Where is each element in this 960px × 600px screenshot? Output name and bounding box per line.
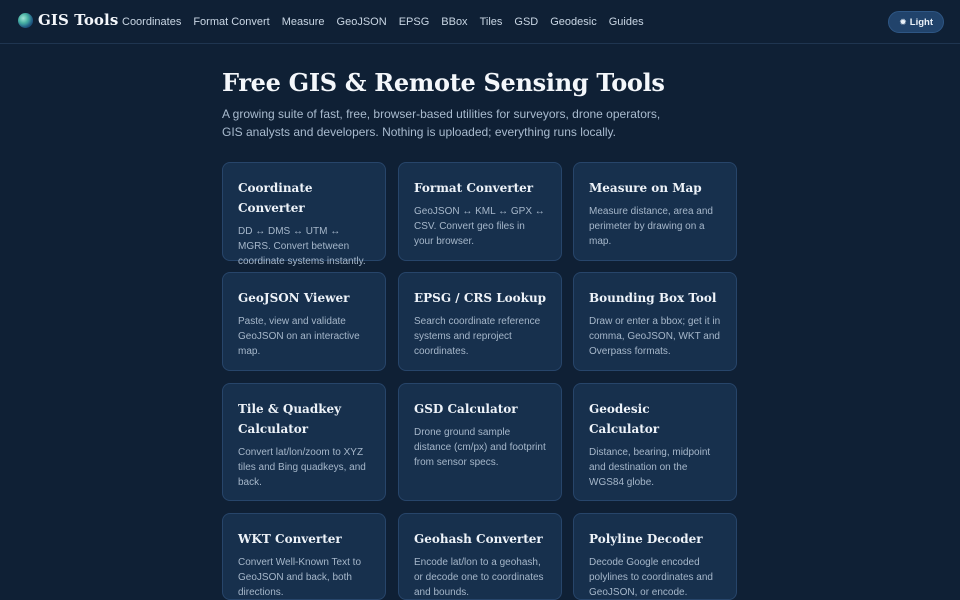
nav-link-guides[interactable]: Guides	[609, 15, 644, 29]
tool-card-wkt-converter[interactable]: WKT Converter Convert Well-Known Text to…	[222, 513, 386, 600]
card-title: Polyline Decoder	[589, 532, 703, 546]
card-title: Bounding Box Tool	[589, 291, 717, 305]
card-title: Geohash Converter	[414, 532, 543, 546]
nav-link-measure[interactable]: Measure	[282, 15, 325, 29]
card-description: GeoJSON ↔ KML ↔ GPX ↔ CSV. Convert geo f…	[414, 206, 545, 247]
nav-link-tiles[interactable]: Tiles	[480, 15, 503, 29]
theme-toggle-button[interactable]: ✹ Light	[888, 11, 944, 33]
nav-link-geojson[interactable]: GeoJSON	[337, 15, 387, 29]
nav-link-epsg[interactable]: EPSG	[399, 15, 430, 29]
card-description: Paste, view and validate GeoJSON on an i…	[238, 316, 360, 357]
card-description: Measure distance, area and perimeter by …	[589, 206, 713, 247]
nav-link-gsd[interactable]: GSD	[514, 15, 538, 29]
card-title: EPSG / CRS Lookup	[414, 291, 547, 305]
nav-link-bbox[interactable]: BBox	[441, 15, 467, 29]
brand-logo-link[interactable]: GIS Tools	[18, 11, 118, 29]
card-description: Draw or enter a bbox; get it in comma, G…	[589, 316, 721, 357]
card-title: Tile & Quadkey Calculator	[238, 402, 342, 436]
tool-card-geohash-converter[interactable]: Geohash Converter Encode lat/lon to a ge…	[398, 513, 562, 600]
top-navigation-bar: GIS Tools Coordinates Format Convert Mea…	[0, 0, 960, 44]
brand-name: GIS Tools	[38, 11, 119, 29]
sun-icon: ✹	[899, 16, 907, 27]
card-title: WKT Converter	[238, 532, 342, 546]
card-description: Convert lat/lon/zoom to XYZ tiles and Bi…	[238, 447, 366, 488]
tool-card-bounding-box-tool[interactable]: Bounding Box Tool Draw or enter a bbox; …	[573, 272, 737, 371]
card-title: GSD Calculator	[414, 402, 518, 416]
card-title: GeoJSON Viewer	[238, 291, 350, 305]
nav-link-format-convert[interactable]: Format Convert	[193, 15, 269, 29]
card-description: Search coordinate reference systems and …	[414, 316, 541, 357]
page-title: Free GIS & Remote Sensing Tools	[222, 68, 665, 97]
card-description: Encode lat/lon to a geohash, or decode o…	[414, 557, 544, 598]
tool-card-coordinate-converter[interactable]: Coordinate Converter DD ↔ DMS ↔ UTM ↔ MG…	[222, 162, 386, 267]
card-description: Decode Google encoded polylines to coord…	[589, 557, 713, 598]
globe-icon	[18, 12, 33, 28]
card-title: Geodesic Calculator	[589, 402, 660, 436]
tool-card-polyline-decoder[interactable]: Polyline Decoder Decode Google encoded p…	[573, 513, 737, 600]
tool-card-epsg-crs-lookup[interactable]: EPSG / CRS Lookup Search coordinate refe…	[398, 272, 562, 371]
tool-card-geodesic-calculator[interactable]: Geodesic Calculator Distance, bearing, m…	[573, 383, 737, 501]
nav-link-coordinates[interactable]: Coordinates	[122, 15, 181, 29]
card-title: Measure on Map	[589, 181, 702, 195]
tool-card-tile-quadkey-calculator[interactable]: Tile & Quadkey Calculator Convert lat/lo…	[222, 383, 386, 501]
card-description: DD ↔ DMS ↔ UTM ↔ MGRS. Convert between c…	[238, 226, 366, 267]
main-nav: Coordinates Format Convert Measure GeoJS…	[122, 15, 656, 29]
card-description: Distance, bearing, midpoint and destinat…	[589, 447, 711, 488]
tool-card-format-converter[interactable]: Format Converter GeoJSON ↔ KML ↔ GPX ↔ C…	[398, 162, 562, 261]
card-title: Format Converter	[414, 181, 534, 195]
card-description: Convert Well-Known Text to GeoJSON and b…	[238, 557, 362, 598]
card-description: Drone ground sample distance (cm/px) and…	[414, 427, 546, 468]
card-title: Coordinate Converter	[238, 181, 313, 215]
tool-card-geojson-viewer[interactable]: GeoJSON Viewer Paste, view and validate …	[222, 272, 386, 371]
tool-card-gsd-calculator[interactable]: GSD Calculator Drone ground sample dista…	[398, 383, 562, 501]
theme-toggle-label: Light	[909, 16, 933, 28]
tool-card-measure-on-map[interactable]: Measure on Map Measure distance, area an…	[573, 162, 737, 261]
nav-link-geodesic[interactable]: Geodesic	[550, 15, 596, 29]
page-subtitle: A growing suite of fast, free, browser-b…	[222, 107, 661, 139]
